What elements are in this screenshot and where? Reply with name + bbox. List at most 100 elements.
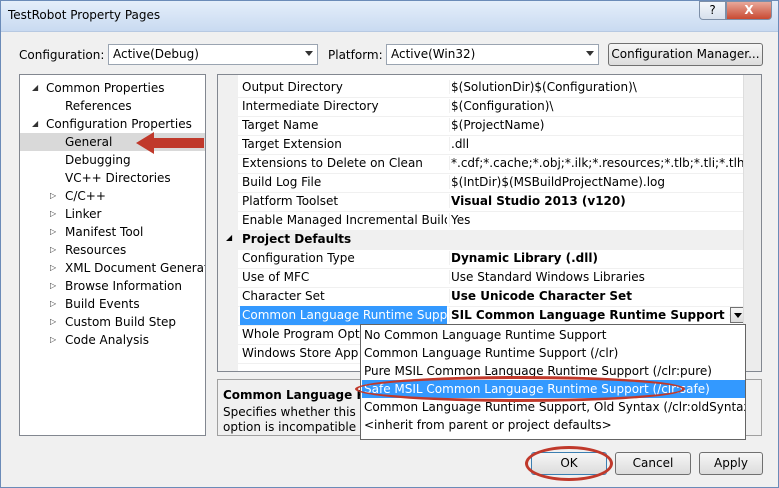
title-bar: TestRobot Property Pages ? X xyxy=(1,1,778,32)
close-button[interactable]: X xyxy=(726,1,772,20)
section-header-project-defaults[interactable]: ◢ Project Defaults xyxy=(218,230,745,250)
tree-item-label: Common Properties xyxy=(46,81,165,95)
tree-item-label: XML Document Generator xyxy=(65,261,206,275)
tree-item-label: Browse Information xyxy=(65,279,182,293)
property-value: Dynamic Library (.dll) xyxy=(449,251,747,265)
property-row[interactable]: Configuration Type Dynamic Library (.dll… xyxy=(218,249,745,269)
property-name: Target Extension xyxy=(242,137,342,151)
platform-select[interactable]: Active(Win32) xyxy=(386,44,599,65)
tree-item-label: Code Analysis xyxy=(65,333,149,347)
chevron-down-icon xyxy=(586,51,594,56)
tree-item-custom-build-step[interactable]: ▷ Custom Build Step xyxy=(20,313,205,331)
property-name: Build Log File xyxy=(242,175,322,189)
tree-item-common-properties[interactable]: ◢ Common Properties xyxy=(20,79,205,97)
configuration-label: Configuration: xyxy=(19,48,105,62)
tree-item-code-analysis[interactable]: ▷ Code Analysis xyxy=(20,331,205,349)
property-row-clr-support[interactable]: Common Language Runtime Support SIL Comm… xyxy=(218,306,745,326)
tree-item-label: Resources xyxy=(65,243,127,257)
tree-item-browse-information[interactable]: ▷ Browse Information xyxy=(20,277,205,295)
property-name: Configuration Type xyxy=(242,251,355,265)
expand-arrow-icon[interactable]: ▷ xyxy=(50,277,56,295)
property-value: Use Standard Windows Libraries xyxy=(449,270,747,284)
property-name: Extensions to Delete on Clean xyxy=(242,156,423,170)
tree-item-label: C/C++ xyxy=(65,189,106,203)
property-name: Use of MFC xyxy=(242,270,310,284)
configuration-select-value: Active(Debug) xyxy=(113,47,199,61)
property-row[interactable]: Use of MFC Use Standard Windows Librarie… xyxy=(218,268,745,288)
expand-arrow-icon[interactable]: ▷ xyxy=(50,295,56,313)
dropdown-option[interactable]: No Common Language Runtime Support xyxy=(362,326,745,344)
tree-item-xml-document-generator[interactable]: ▷ XML Document Generator xyxy=(20,259,205,277)
tree-item-label: Linker xyxy=(65,207,102,221)
section-header-label: Project Defaults xyxy=(242,232,352,246)
expand-arrow-icon[interactable]: ▷ xyxy=(50,241,56,259)
dropdown-option[interactable]: <inherit from parent or project defaults… xyxy=(362,416,745,434)
property-name: Output Directory xyxy=(242,80,343,94)
property-value: Visual Studio 2013 (v120) xyxy=(449,194,747,208)
cancel-button[interactable]: Cancel xyxy=(615,452,691,475)
tree-item-label: Custom Build Step xyxy=(65,315,177,329)
tree-item-label: VC++ Directories xyxy=(65,171,171,185)
tree-item-configuration-properties[interactable]: ◢ Configuration Properties xyxy=(20,115,205,133)
property-value: $(ProjectName) xyxy=(449,118,747,132)
property-name: Common Language Runtime Support xyxy=(240,306,447,325)
platform-label: Platform: xyxy=(328,48,383,62)
property-name: Target Name xyxy=(242,118,319,132)
property-name: Enable Managed Incremental Build xyxy=(242,213,447,227)
property-name: Platform Toolset xyxy=(242,194,339,208)
property-row[interactable]: Target Extension .dll xyxy=(218,135,745,155)
expand-arrow-icon[interactable]: ▷ xyxy=(50,259,56,277)
dropdown-option[interactable]: Common Language Runtime Support (/clr) xyxy=(362,344,745,362)
property-row[interactable]: Platform Toolset Visual Studio 2013 (v12… xyxy=(218,192,745,212)
property-value: $(SolutionDir)$(Configuration)\ xyxy=(449,80,747,94)
annotation-ring-ok xyxy=(525,446,613,481)
chevron-down-icon xyxy=(734,313,742,318)
property-value: .dll xyxy=(449,137,747,151)
property-value: Yes xyxy=(449,213,747,227)
platform-select-value: Active(Win32) xyxy=(391,47,476,61)
collapse-arrow-icon[interactable]: ◢ xyxy=(32,115,38,133)
tree-item-resources[interactable]: ▷ Resources xyxy=(20,241,205,259)
property-name: Character Set xyxy=(242,289,325,303)
window-title: TestRobot Property Pages xyxy=(8,8,161,22)
property-value: SIL Common Language Runtime Support (/cl… xyxy=(449,308,732,322)
annotation-ring-safe-clr xyxy=(355,376,685,402)
tree-item-manifest-tool[interactable]: ▷ Manifest Tool xyxy=(20,223,205,241)
tree-item-build-events[interactable]: ▷ Build Events xyxy=(20,295,205,313)
collapse-arrow-icon[interactable]: ◢ xyxy=(32,79,38,97)
apply-button[interactable]: Apply xyxy=(699,452,763,475)
expand-arrow-icon[interactable]: ▷ xyxy=(50,313,56,331)
configuration-manager-button[interactable]: Configuration Manager... xyxy=(608,43,763,66)
tree-item-linker[interactable]: ▷ Linker xyxy=(20,205,205,223)
help-button[interactable]: ? xyxy=(699,1,726,20)
tree-item-label: General xyxy=(65,135,113,149)
property-value: $(IntDir)$(MSBuildProjectName).log xyxy=(449,175,747,189)
tree-item-label: Debugging xyxy=(65,153,131,167)
property-row[interactable]: Intermediate Directory $(Configuration)\ xyxy=(218,97,745,117)
property-row[interactable]: Extensions to Delete on Clean *.cdf;*.ca… xyxy=(218,154,747,174)
expand-arrow-icon[interactable]: ▷ xyxy=(50,331,56,349)
collapse-arrow-icon[interactable]: ◢ xyxy=(226,233,232,242)
tree-item-label: Configuration Properties xyxy=(46,117,192,131)
property-row[interactable]: Build Log File $(IntDir)$(MSBuildProject… xyxy=(218,173,745,193)
property-tree[interactable]: ◢ Common Properties References ◢ Configu… xyxy=(19,74,206,436)
property-row[interactable]: Character Set Use Unicode Character Set xyxy=(218,287,745,307)
tree-item-label: References xyxy=(65,99,132,113)
tree-item-label: Manifest Tool xyxy=(65,225,144,239)
configuration-select[interactable]: Active(Debug) xyxy=(108,44,318,65)
expand-arrow-icon[interactable]: ▷ xyxy=(50,187,56,205)
property-row[interactable]: Output Directory $(SolutionDir)$(Configu… xyxy=(218,78,745,98)
tree-item-references[interactable]: References xyxy=(20,97,205,115)
property-name: Intermediate Directory xyxy=(242,99,379,113)
annotation-arrow-icon xyxy=(136,132,204,154)
expand-arrow-icon[interactable]: ▷ xyxy=(50,205,56,223)
property-row[interactable]: Target Name $(ProjectName) xyxy=(218,116,745,136)
tree-item-vc-directories[interactable]: VC++ Directories xyxy=(20,169,205,187)
property-pages-window: TestRobot Property Pages ? X Configurati… xyxy=(0,0,779,488)
tree-item-label: Build Events xyxy=(65,297,140,311)
property-row[interactable]: Enable Managed Incremental Build Yes xyxy=(218,211,745,231)
expand-arrow-icon[interactable]: ▷ xyxy=(50,223,56,241)
property-value: *.cdf;*.cache;*.obj;*.ilk;*.resources;*.… xyxy=(449,156,747,170)
property-value: Use Unicode Character Set xyxy=(449,289,747,303)
tree-item-c-cpp[interactable]: ▷ C/C++ xyxy=(20,187,205,205)
